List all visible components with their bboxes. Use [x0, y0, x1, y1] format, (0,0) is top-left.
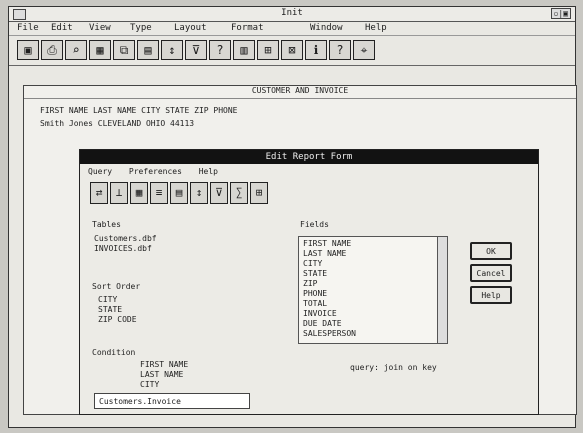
menu-type[interactable]: Type	[130, 23, 152, 33]
field-item[interactable]: FIRST NAME	[303, 239, 351, 248]
field-icon[interactable]: ≡	[150, 182, 168, 204]
menu-window[interactable]: Window	[310, 23, 343, 33]
pin-icon[interactable]: ⌖	[353, 40, 375, 60]
query-note: query: join on key	[350, 363, 437, 372]
fields-label: Fields	[300, 220, 329, 229]
dialog-menu-preferences[interactable]: Preferences	[129, 167, 182, 176]
disk-icon[interactable]: ▣	[17, 40, 39, 60]
open-icon[interactable]: ⊞	[257, 40, 279, 60]
help-button[interactable]: Help	[470, 286, 512, 304]
window-controls[interactable]: ▫|▣	[550, 8, 571, 19]
sort-icon[interactable]: ↕	[161, 40, 183, 60]
help-icon[interactable]: ?	[329, 40, 351, 60]
edit-report-dialog: Edit Report Form Query Preferences Help …	[79, 149, 539, 415]
query-icon[interactable]: ?	[209, 40, 231, 60]
filter-icon[interactable]: ⊽	[210, 182, 228, 204]
inner-line-2: Smith Jones CLEVELAND OHIO 44113	[40, 119, 195, 128]
fields-scrollbar[interactable]	[437, 237, 447, 343]
menu-format[interactable]: Format	[231, 23, 264, 33]
close-icon[interactable]: ⊠	[281, 40, 303, 60]
sort-item-3[interactable]: ZIP CODE	[98, 315, 137, 324]
menu-help[interactable]: Help	[365, 23, 387, 33]
join-icon[interactable]: ⇄	[90, 182, 108, 204]
sort-item-2[interactable]: STATE	[98, 305, 122, 314]
fields-list[interactable]: FIRST NAME LAST NAME CITY STATE ZIP PHON…	[298, 236, 448, 344]
condition-row-2: LAST NAME	[140, 370, 184, 379]
cancel-button[interactable]: Cancel	[470, 264, 512, 282]
dialog-menu-help[interactable]: Help	[199, 167, 218, 176]
field-item[interactable]: ZIP	[303, 279, 317, 288]
search-icon[interactable]: ⌕	[65, 40, 87, 60]
title-bar: Init ▫|▣	[9, 7, 575, 22]
printer-icon[interactable]: ⎙	[41, 40, 63, 60]
field-item[interactable]: TOTAL	[303, 299, 327, 308]
table-item-2[interactable]: INVOICES.dbf	[94, 244, 152, 253]
bottom-input-field[interactable]: Customers.Invoice	[94, 393, 250, 409]
link-icon[interactable]: ⟂	[110, 182, 128, 204]
table-icon[interactable]: ▦	[89, 40, 111, 60]
condition-row-1: FIRST NAME	[140, 360, 189, 369]
menu-layout[interactable]: Layout	[174, 23, 207, 33]
menu-view[interactable]: View	[89, 23, 111, 33]
dialog-menu: Query Preferences Help	[88, 167, 230, 176]
dialog-title: Edit Report Form	[80, 150, 538, 164]
main-toolbar: ▣ ⎙ ⌕ ▦ ⧉ ▤ ↕ ⊽ ? ▥ ⊞ ⊠ ℹ ? ⌖	[9, 37, 575, 66]
filter-icon[interactable]: ⊽	[185, 40, 207, 60]
ok-button[interactable]: OK	[470, 242, 512, 260]
sort-order-label: Sort Order	[92, 282, 141, 291]
paste-icon[interactable]: ▤	[137, 40, 159, 60]
field-item[interactable]: PHONE	[303, 289, 327, 298]
grid-icon[interactable]: ▤	[170, 182, 188, 204]
sort-item-1[interactable]: CITY	[98, 295, 117, 304]
condition-row-3: CITY	[140, 380, 160, 389]
expression-icon[interactable]: ∑	[230, 182, 248, 204]
menu-file[interactable]: File	[17, 23, 39, 33]
field-item[interactable]: INVOICE	[303, 309, 337, 318]
table-icon[interactable]: ▦	[130, 182, 148, 204]
window-title: Init	[281, 8, 303, 18]
condition-label: Condition	[92, 348, 136, 357]
menu-edit[interactable]: Edit	[51, 23, 73, 33]
tables-label: Tables	[92, 220, 121, 229]
table-item-1[interactable]: Customers.dbf	[94, 234, 157, 243]
layout-icon[interactable]: ⊞	[250, 182, 268, 204]
sort-icon[interactable]: ↕	[190, 182, 208, 204]
inner-window-title: CUSTOMER AND INVOICE	[24, 86, 576, 99]
field-item[interactable]: DUE DATE	[303, 319, 342, 328]
field-item[interactable]: CITY	[303, 259, 322, 268]
dialog-menu-query[interactable]: Query	[88, 167, 112, 176]
field-item[interactable]: LAST NAME	[303, 249, 346, 258]
chart-icon[interactable]: ▥	[233, 40, 255, 60]
field-item[interactable]: STATE	[303, 269, 327, 278]
menu-bar: File Edit View Type Layout Format Window…	[9, 22, 575, 36]
main-window: Init ▫|▣ File Edit View Type Layout Form…	[8, 6, 577, 428]
copy-icon[interactable]: ⧉	[113, 40, 135, 60]
info-icon[interactable]: ℹ	[305, 40, 327, 60]
inner-line-1: FIRST NAME LAST NAME CITY STATE ZIP PHON…	[40, 106, 238, 115]
field-item[interactable]: SALESPERSON	[303, 329, 356, 338]
